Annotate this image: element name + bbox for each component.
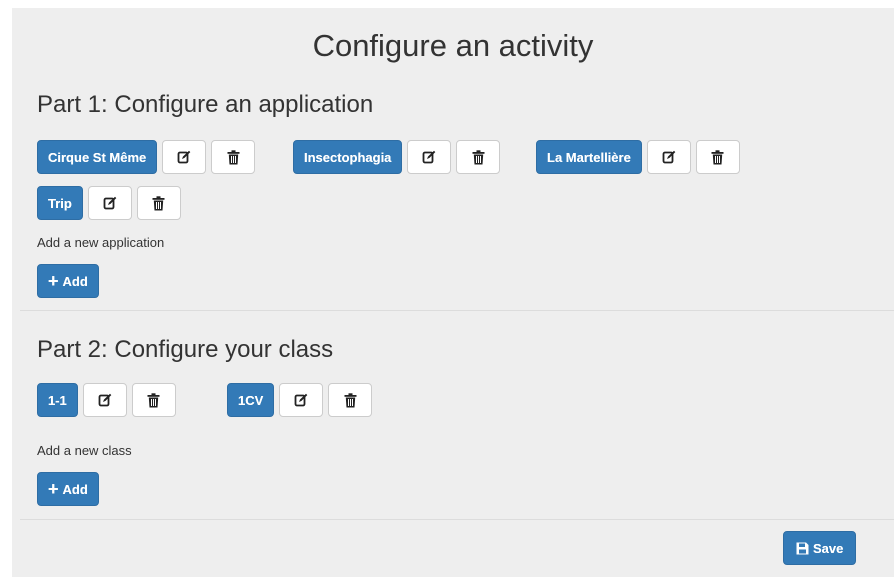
trash-icon <box>344 392 357 408</box>
trash-icon <box>472 149 485 165</box>
add-class-group: + Add <box>37 472 99 506</box>
edit-icon <box>422 150 436 164</box>
activity-panel: Configure an activity Part 1: Configure … <box>12 8 894 577</box>
delete-application-button[interactable] <box>695 140 740 174</box>
section-divider <box>20 310 894 311</box>
edit-application-button[interactable] <box>646 140 691 174</box>
add-application-group: + Add <box>37 264 99 298</box>
edit-application-button[interactable] <box>162 140 207 174</box>
edit-application-button[interactable] <box>407 140 452 174</box>
edit-application-button[interactable] <box>87 186 132 220</box>
delete-class-button[interactable] <box>328 383 373 417</box>
add-class-hint: Add a new class <box>37 443 132 458</box>
floppy-disk-icon <box>796 542 809 555</box>
trash-icon <box>227 149 240 165</box>
application-item: La Martellière <box>536 140 740 174</box>
save-label: Save <box>813 540 844 556</box>
edit-icon <box>98 393 112 407</box>
save-button[interactable]: Save <box>783 531 857 565</box>
edit-icon <box>294 393 308 407</box>
application-button[interactable]: Trip <box>37 186 83 220</box>
add-application-button[interactable]: + Add <box>37 264 99 298</box>
add-application-hint: Add a new application <box>37 235 165 250</box>
delete-application-button[interactable] <box>456 140 501 174</box>
footer-actions: Save <box>783 531 857 565</box>
add-class-label: Add <box>62 481 88 497</box>
trash-icon <box>711 149 724 165</box>
part1-heading: Part 1: Configure an application <box>37 91 374 118</box>
add-application-label: Add <box>62 273 88 289</box>
plus-icon: + <box>48 479 59 499</box>
application-button[interactable]: La Martellière <box>536 140 642 174</box>
class-button[interactable]: 1CV <box>227 383 275 417</box>
delete-class-button[interactable] <box>131 383 176 417</box>
page-title: Configure an activity <box>312 28 594 63</box>
plus-icon: + <box>48 271 59 291</box>
trash-icon <box>152 195 165 211</box>
application-button[interactable]: Cirque St Même <box>37 140 158 174</box>
application-button[interactable]: Insectophagia <box>293 140 403 174</box>
class-button[interactable]: 1-1 <box>37 383 78 417</box>
add-class-button[interactable]: + Add <box>37 472 99 506</box>
trash-icon <box>147 392 160 408</box>
class-item: 1-1 <box>37 383 176 417</box>
edit-icon <box>177 150 191 164</box>
application-item: Cirque St Même <box>37 140 256 174</box>
edit-class-button[interactable] <box>82 383 127 417</box>
part2-heading: Part 2: Configure your class <box>37 336 334 363</box>
delete-application-button[interactable] <box>136 186 181 220</box>
edit-class-button[interactable] <box>279 383 324 417</box>
application-item: Trip <box>37 186 181 220</box>
edit-icon <box>662 150 676 164</box>
footer-divider <box>20 519 894 520</box>
application-item: Insectophagia <box>293 140 501 174</box>
delete-application-button[interactable] <box>211 140 256 174</box>
edit-icon <box>103 196 117 210</box>
class-item: 1CV <box>227 383 373 417</box>
